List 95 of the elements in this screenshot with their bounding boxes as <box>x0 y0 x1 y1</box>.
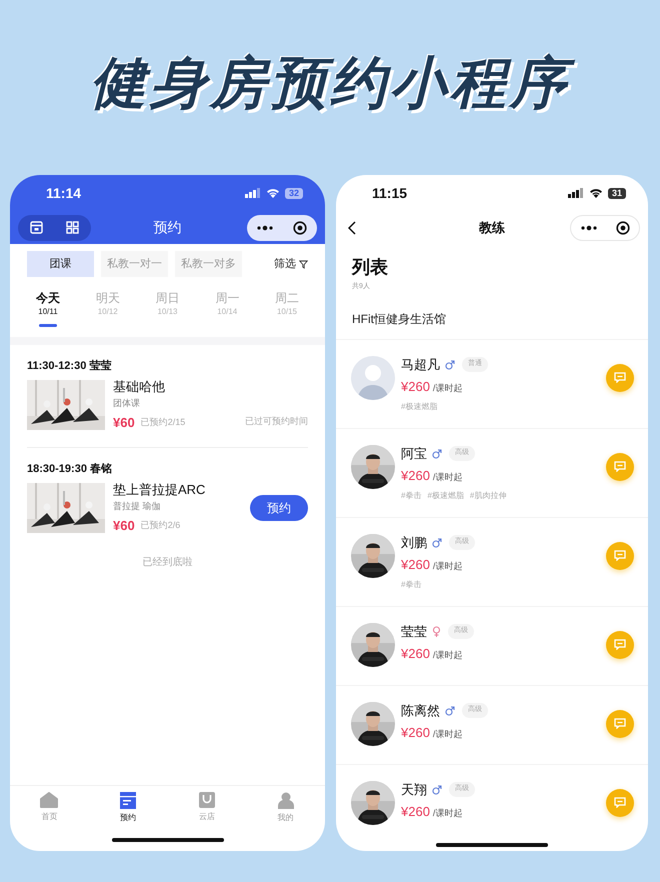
booked-count: 已预约2/15 <box>140 416 186 429</box>
male-icon <box>432 784 442 794</box>
price-unit: /课时起 <box>432 470 462 484</box>
filter-icon[interactable] <box>299 260 308 268</box>
skill-tag: #极速燃脂 <box>401 401 438 413</box>
booked-count: 已预约2/6 <box>140 518 180 532</box>
tab-bar-item[interactable]: 我的 <box>260 792 311 824</box>
coach-price: ¥260 <box>401 378 430 396</box>
coach-price: ¥260 <box>401 724 430 742</box>
chat-button[interactable] <box>606 452 634 480</box>
price-unit: /课时起 <box>432 560 462 572</box>
coach-name: 天翔 <box>401 780 427 799</box>
price-unit: /课时起 <box>432 806 462 820</box>
male-icon <box>445 360 455 370</box>
end-of-list-note: 已经到底啦 <box>142 556 192 570</box>
page-headline: 健身房预约小程序 <box>74 42 586 122</box>
gym-name: HFit恒健身生活馆 <box>352 310 446 328</box>
chat-button[interactable] <box>606 788 634 816</box>
category-tab[interactable]: 团课 <box>27 251 94 277</box>
nav-title: 预约 <box>154 218 182 237</box>
person-icon[interactable] <box>278 792 294 808</box>
class-time-coach: 18:30-19:30 春铭 <box>27 462 113 476</box>
class-price: ¥60 <box>113 414 135 432</box>
category-tab[interactable]: 私教一对一 <box>101 251 168 277</box>
chat-icon[interactable] <box>614 639 626 650</box>
chat-button[interactable] <box>606 364 634 392</box>
book-button[interactable]: 预约 <box>250 494 308 521</box>
day-tab[interactable]: 今天 10/11 <box>30 291 66 337</box>
female-icon <box>432 626 441 637</box>
coach-price: ¥260 <box>401 466 430 484</box>
chat-icon[interactable] <box>614 718 626 729</box>
class-time-coach: 11:30-12:30 莹莹 <box>27 359 112 373</box>
booking-closed-note: 已过可预约时间 <box>245 415 308 428</box>
tab-bar-item[interactable]: 预约 <box>103 792 154 824</box>
grid-icon[interactable] <box>66 221 80 234</box>
chat-button[interactable] <box>606 630 634 658</box>
signal-icon <box>568 188 584 198</box>
more-icon[interactable] <box>580 224 596 230</box>
coach-name: 阿宝 <box>401 444 427 463</box>
day-tab[interactable]: 周一 10/14 <box>209 291 246 337</box>
coach-name: 莹莹 <box>401 622 427 641</box>
battery-indicator: 31 <box>608 188 626 198</box>
price-unit: /课时起 <box>432 728 462 740</box>
class-tags: 团体课 <box>113 397 237 410</box>
home-icon[interactable] <box>40 792 58 808</box>
more-icon[interactable] <box>257 224 273 230</box>
coach-name: 陈离然 <box>401 702 440 720</box>
price-unit: /课时起 <box>432 382 462 394</box>
category-tab[interactable]: 私教一对多 <box>175 251 242 277</box>
class-tags: 普拉提 瑜伽 <box>113 500 242 512</box>
nav-title: 教练 <box>479 218 505 237</box>
coach-name: 刘鹏 <box>401 534 427 552</box>
chat-icon[interactable] <box>614 797 626 808</box>
chat-icon[interactable] <box>614 461 626 472</box>
coach-price: ¥260 <box>401 644 430 662</box>
close-target-icon[interactable] <box>616 220 630 234</box>
store-icon[interactable] <box>30 221 43 234</box>
menu-capsule[interactable] <box>570 214 640 240</box>
skill-tag: #极速燃脂 <box>427 490 464 502</box>
chat-button[interactable] <box>606 542 634 570</box>
coach-name: 马超凡 <box>401 356 440 374</box>
chat-icon[interactable] <box>614 550 626 561</box>
day-tab[interactable]: 周二 10/15 <box>269 291 305 337</box>
wifi-icon <box>588 188 603 198</box>
class-title: 基础哈他 <box>113 378 166 395</box>
male-icon <box>432 448 442 458</box>
skill-tag: #肌肉拉伸 <box>470 490 506 502</box>
male-icon <box>432 538 442 548</box>
status-time: 11:15 <box>372 184 408 202</box>
status-time: 11:14 <box>46 184 82 202</box>
chat-icon[interactable] <box>614 372 626 383</box>
skill-tag: #拳击 <box>401 490 422 502</box>
shortcut-capsule[interactable] <box>18 214 91 240</box>
day-tab[interactable]: 周日 10/13 <box>150 291 186 337</box>
chat-button[interactable] <box>606 710 634 738</box>
skill-tag: #拳击 <box>401 579 422 591</box>
class-title: 垫上普拉提ARC <box>113 480 206 498</box>
back-icon[interactable] <box>348 220 356 234</box>
price-unit: /课时起 <box>432 648 462 662</box>
coach-price: ¥260 <box>401 802 430 820</box>
calendar-icon[interactable] <box>120 792 136 808</box>
day-tab[interactable]: 明天 10/12 <box>90 291 126 337</box>
male-icon <box>445 706 455 716</box>
wifi-icon <box>266 188 280 198</box>
class-price: ¥60 <box>113 516 135 534</box>
list-heading: 列表 <box>352 256 388 278</box>
bag-icon[interactable] <box>198 792 215 808</box>
filter-label[interactable]: 筛选 <box>274 256 296 272</box>
signal-icon <box>244 188 261 198</box>
menu-capsule[interactable] <box>247 214 317 240</box>
coach-price: ¥260 <box>401 556 430 574</box>
battery-indicator: 32 <box>284 188 303 198</box>
tab-bar-item[interactable]: 云店 <box>182 792 232 823</box>
tab-bar-item[interactable]: 首页 <box>24 792 74 823</box>
close-target-icon[interactable] <box>293 220 307 234</box>
